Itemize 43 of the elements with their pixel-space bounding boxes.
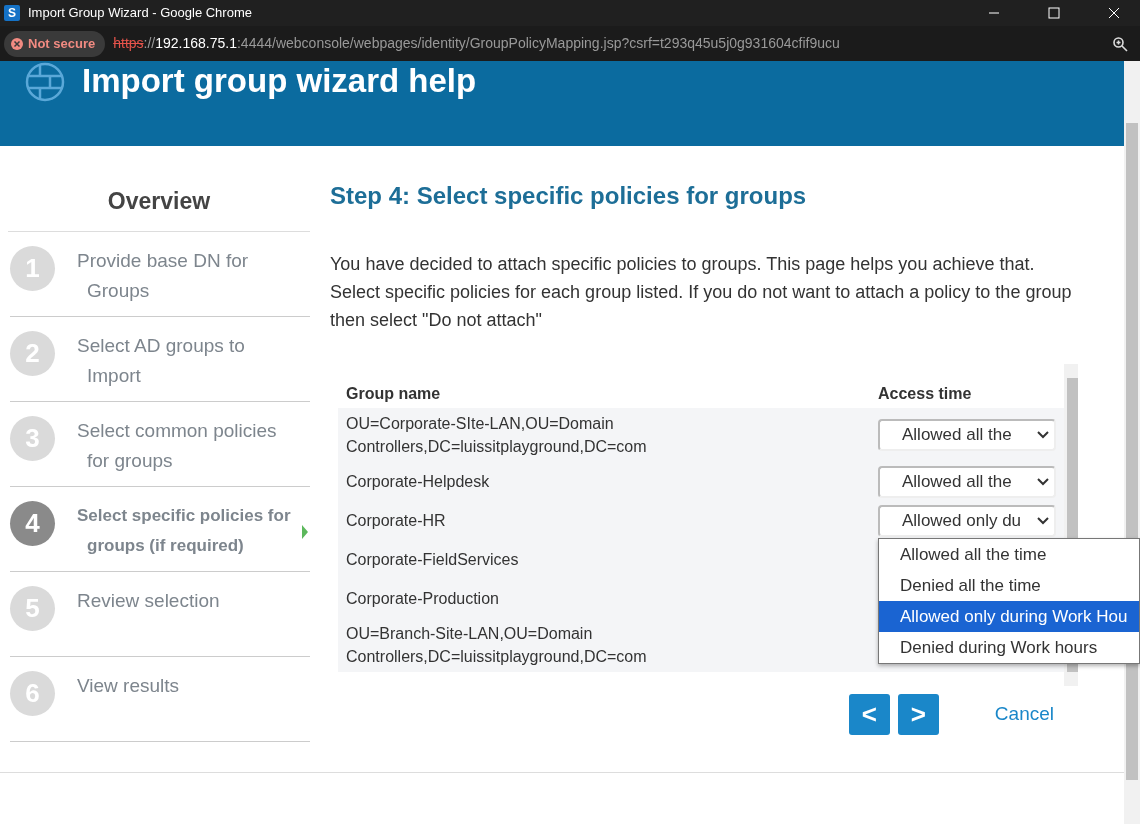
back-button[interactable]: < (848, 694, 890, 735)
security-chip[interactable]: Not secure (4, 30, 106, 57)
next-button[interactable]: > (897, 694, 939, 735)
table-cell-text: OU=Branch-Site-LAN,OU=Domain Controllers,DC=luissitplayground,DC=com (346, 624, 648, 667)
table-cell-text: Corporate-Production (346, 589, 500, 609)
zoom-icon[interactable] (1112, 35, 1128, 52)
close-icon[interactable] (1108, 7, 1120, 19)
globe-icon (24, 61, 66, 103)
table-cell-text: Corporate-Helpdesk (346, 472, 491, 492)
current-step-marker (302, 525, 308, 539)
column-header: Group name (346, 384, 442, 404)
table-cell-text: Corporate-HR (346, 511, 447, 531)
select-field[interactable]: Allowed all the (878, 419, 1056, 451)
maximize-icon[interactable] (1048, 7, 1060, 19)
step-label[interactable]: Provide base DN for Groups (77, 246, 292, 306)
warning-icon (10, 36, 24, 51)
app-logo: S (4, 5, 20, 21)
window-title: Import Group Wizard - Google Chrome (28, 4, 252, 23)
sidebar-heading: Overview (8, 146, 310, 232)
cancel-link[interactable]: Cancel (994, 700, 1054, 729)
step-label[interactable]: View results (77, 671, 292, 701)
step-label[interactable]: Review selection (77, 586, 292, 616)
page-title: Import group wizard help (82, 61, 477, 101)
paragraph: You have decided to attach specific policies to groups. This page helps you achieve that. (330, 253, 1036, 276)
step-label[interactable]: Select specific policies for groups (if required) (77, 501, 307, 561)
step-number: 4 (10, 501, 55, 546)
select-field[interactable]: Allowed all the (878, 465, 1056, 498)
step-heading: Step 4: Select specific policies for groups (330, 181, 808, 211)
step-label[interactable]: Select common policies for groups (77, 416, 292, 476)
column-header: Access time (878, 384, 972, 404)
chevron-down-icon (1036, 476, 1050, 487)
dropdown-option[interactable]: Allowed only during Work Hou (879, 601, 1139, 632)
dropdown-option[interactable]: Allowed all the time (879, 539, 1139, 570)
address-field[interactable]: https://192.168.75.1:4444/webconsole/webpages/identity/GroupPolicyMapping.jsp?csrf=t293q45u5j0g931604cfif9ucu (113, 33, 840, 54)
step-label[interactable]: Select AD groups to Import (77, 331, 292, 391)
paragraph: Select specific policies for each group listed. If you do not want to attach a policy to the group then select "Do not attach" (330, 281, 1073, 332)
dropdown-option[interactable]: Denied during Work hours (879, 632, 1139, 663)
chevron-down-icon (1036, 430, 1050, 440)
chevron-down-icon (1036, 515, 1050, 526)
table-cell-text: OU=Corporate-SIte-LAN,OU=Domain Controllers,DC=luissitplayground,DC=com (346, 414, 648, 457)
table-cell-text: Corporate-FieldServices (346, 550, 520, 570)
dropdown-option[interactable]: Denied all the time (879, 570, 1139, 601)
select-field[interactable]: Allowed only du (878, 504, 1056, 537)
